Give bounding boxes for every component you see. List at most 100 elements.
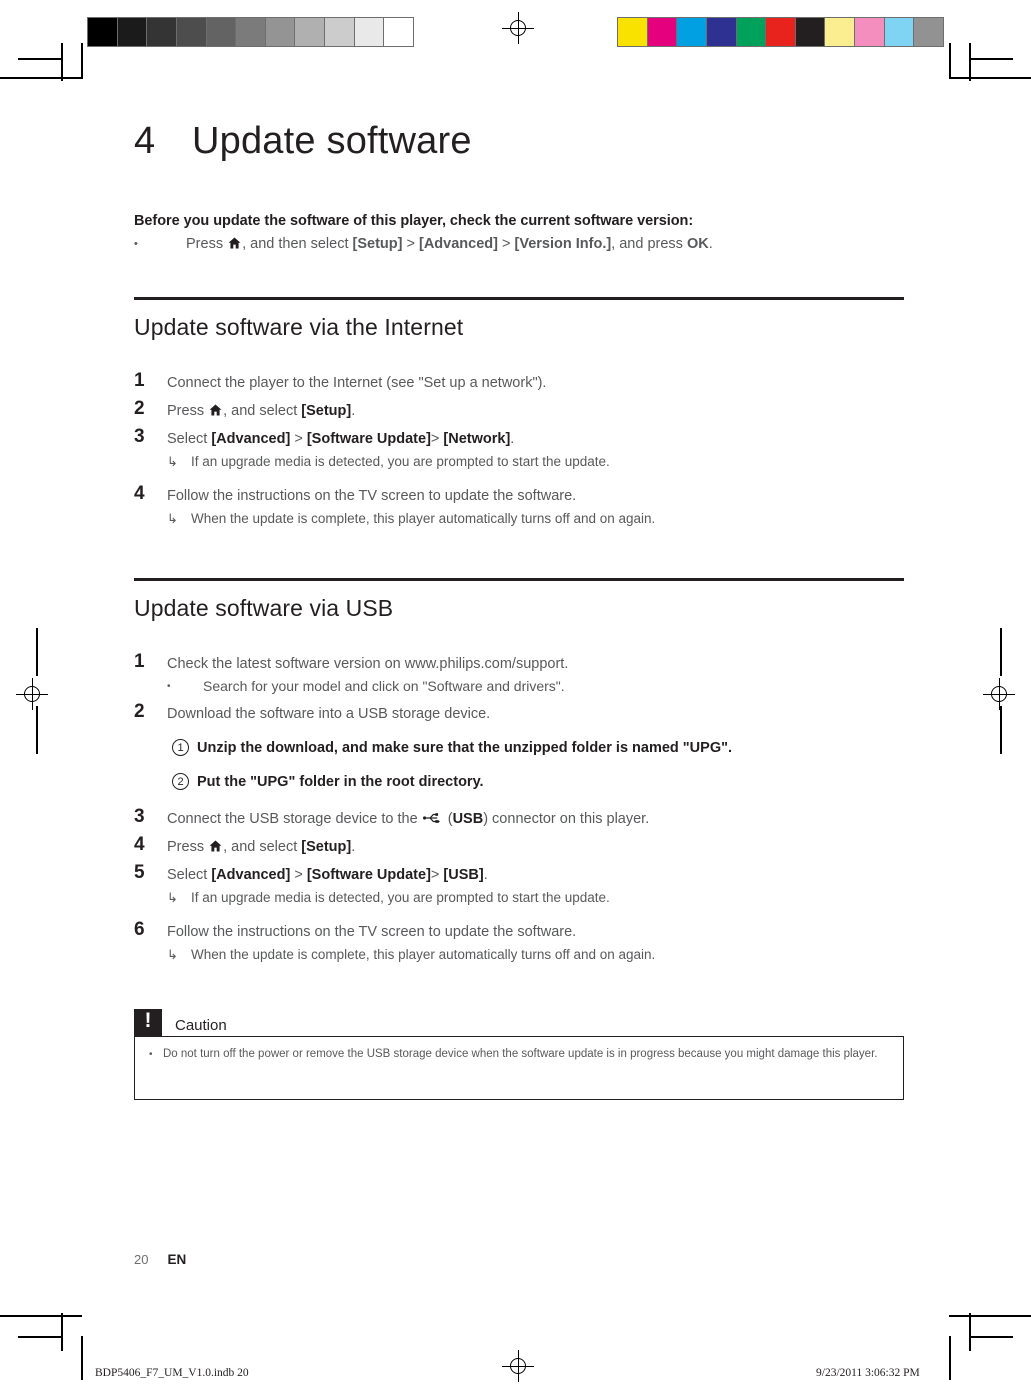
key-usb-menu: [USB] xyxy=(443,867,484,883)
note-text: If an upgrade media is detected, you are… xyxy=(191,890,610,905)
step-line: Follow the instructions on the TV screen… xyxy=(167,488,577,504)
step-item: 1 Check the latest software version on w… xyxy=(134,650,904,697)
note-arrow-icon: ↳ xyxy=(167,511,178,526)
intro-key-version-info: [Version Info.] xyxy=(514,236,612,252)
step-mid: , and select xyxy=(223,403,302,419)
step-suffix: . xyxy=(351,403,356,419)
key-software-update: [Software Update] xyxy=(306,431,431,447)
note-text: If an upgrade media is detected, you are… xyxy=(191,454,610,469)
step-mid: ( xyxy=(443,811,453,827)
step-suffix: . xyxy=(483,867,488,883)
step-item: 4 Press , and select [Setup]. xyxy=(134,833,904,858)
intro-bullet-mid1: , and then select xyxy=(242,236,353,252)
step-text: Select [Advanced] > [Software Update]> [… xyxy=(167,861,904,908)
step-prefix: Press xyxy=(167,403,209,419)
step-prefix: Press xyxy=(167,839,209,855)
step-note: ↳ If an upgrade media is detected, you a… xyxy=(167,452,904,472)
step-number: 1 xyxy=(134,370,145,391)
step-text: Download the software into a USB storage… xyxy=(167,706,491,722)
caution-box: ! Caution • Do not turn off the power or… xyxy=(134,1009,904,1100)
step-item: 5 Select [Advanced] > [Software Update]>… xyxy=(134,861,904,908)
intro-sep1: > xyxy=(402,236,419,252)
page-content: 4 Update software Before you update the … xyxy=(134,120,904,1100)
step-suffix: ) connector on this player. xyxy=(483,811,650,827)
step-prefix: Select xyxy=(167,867,212,883)
intro-bullet-prefix: Press xyxy=(186,236,228,252)
sub-bullet-text: Search for your model and click on "Soft… xyxy=(203,678,565,694)
step-item: 2 Download the software into a USB stora… xyxy=(134,700,904,791)
circled-step-text: Unzip the download, and make sure that t… xyxy=(197,740,732,756)
home-icon xyxy=(228,235,241,249)
usb-icon xyxy=(422,809,442,823)
steps-usb: 1 Check the latest software version on w… xyxy=(134,650,904,965)
step-text: Select [Advanced] > [Software Update]> [… xyxy=(167,425,904,472)
step-line: Check the latest software version on www… xyxy=(167,656,569,672)
step-sep2: > xyxy=(430,431,444,447)
step-suffix: . xyxy=(510,431,515,447)
chapter-heading: 4 Update software xyxy=(134,120,904,163)
key-usb: USB xyxy=(452,811,484,827)
intro-sep2: > xyxy=(497,236,515,252)
step-item: 3 Connect the USB storage device to the … xyxy=(134,805,904,830)
key-advanced: [Advanced] xyxy=(211,867,291,883)
step-number: 3 xyxy=(134,426,145,447)
exclamation-icon: ! xyxy=(134,1009,162,1036)
intro-text: Before you update the software of this p… xyxy=(134,213,694,229)
page-number: 20 xyxy=(134,1252,149,1267)
circled-step: 1 Unzip the download, and make sure that… xyxy=(172,739,904,757)
note-arrow-icon: ↳ xyxy=(167,890,178,905)
caution-label: Caution xyxy=(175,1017,227,1034)
step-number: 6 xyxy=(134,919,145,940)
step-number: 3 xyxy=(134,806,145,827)
step-number: 5 xyxy=(134,862,145,883)
circled-number-1: 1 xyxy=(172,739,189,756)
bullet-marker: • xyxy=(134,238,138,250)
step-text: Connect the player to the Internet (see … xyxy=(167,375,547,391)
step-text: Check the latest software version on www… xyxy=(167,650,904,697)
step-number: 2 xyxy=(134,398,145,419)
key-setup: [Setup] xyxy=(301,403,352,419)
step-line: Follow the instructions on the TV screen… xyxy=(167,924,577,940)
key-advanced: [Advanced] xyxy=(211,431,291,447)
intro-bullet-text: Press , and then select [Setup] > [Advan… xyxy=(186,234,904,254)
step-number: 2 xyxy=(134,701,145,722)
step-line: Select [Advanced] > [Software Update]> [… xyxy=(167,431,514,447)
caution-text: Do not turn off the power or remove the … xyxy=(163,1048,878,1060)
home-icon xyxy=(209,401,222,416)
caution-body: • Do not turn off the power or remove th… xyxy=(134,1036,904,1100)
step-suffix: . xyxy=(351,839,356,855)
note-text: When the update is complete, this player… xyxy=(191,947,656,962)
intro-key-setup: [Setup] xyxy=(352,236,403,252)
step-note: ↳ If an upgrade media is detected, you a… xyxy=(167,888,904,908)
language-code: EN xyxy=(167,1252,187,1267)
page-footer: 20 EN xyxy=(134,1252,186,1267)
step-prefix: Select xyxy=(167,431,212,447)
step-item: 2 Press , and select [Setup]. xyxy=(134,397,904,422)
step-text: Connect the USB storage device to the (U… xyxy=(167,805,904,830)
step-text: Press , and select [Setup]. xyxy=(167,397,904,422)
bullet-marker: • xyxy=(167,681,171,692)
step-item: 4 Follow the instructions on the TV scre… xyxy=(134,482,904,529)
step-item: 3 Select [Advanced] > [Software Update]>… xyxy=(134,425,904,472)
home-icon xyxy=(209,837,222,852)
print-slug-filename: BDP5406_F7_UM_V1.0.indb 20 xyxy=(95,1367,249,1379)
manual-page: 4 Update software Before you update the … xyxy=(0,0,1031,1394)
step-sep2: > xyxy=(430,867,444,883)
section-heading-usb: Update software via USB xyxy=(134,578,904,622)
steps-internet: 1 Connect the player to the Internet (se… xyxy=(134,369,904,529)
step-sep1: > xyxy=(290,431,307,447)
step-text: Follow the instructions on the TV screen… xyxy=(167,918,904,965)
intro-key-advanced: [Advanced] xyxy=(419,236,498,252)
key-software-update: [Software Update] xyxy=(306,867,431,883)
step-mid: , and select xyxy=(223,839,302,855)
bullet-marker: • xyxy=(149,1049,153,1060)
step-number: 4 xyxy=(134,834,145,855)
step-sep1: > xyxy=(290,867,307,883)
step-item: 1 Connect the player to the Internet (se… xyxy=(134,369,904,394)
step-number: 4 xyxy=(134,483,145,504)
step-number: 1 xyxy=(134,651,145,672)
note-arrow-icon: ↳ xyxy=(167,454,178,469)
circled-step-text: Put the "UPG" folder in the root directo… xyxy=(197,774,484,790)
print-slug-timestamp: 9/23/2011 3:06:32 PM xyxy=(816,1367,920,1379)
key-network: [Network] xyxy=(443,431,511,447)
